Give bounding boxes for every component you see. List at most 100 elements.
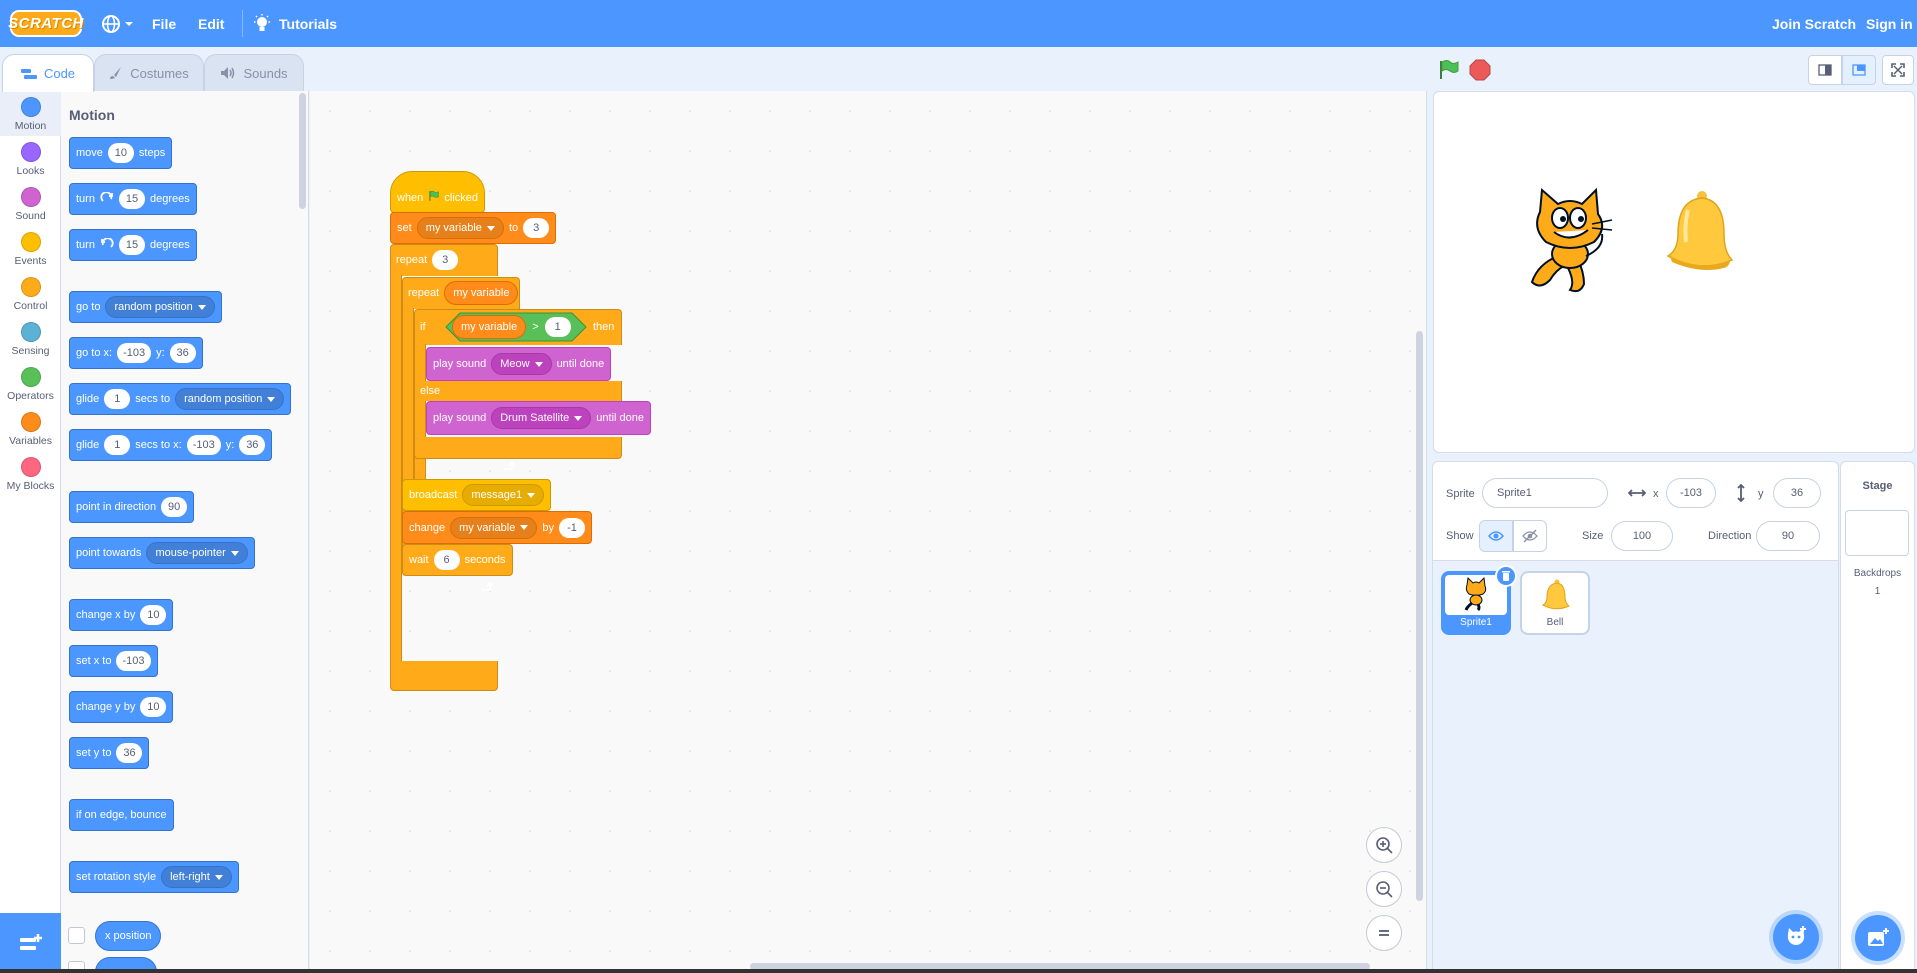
block-input[interactable]: -103 — [117, 343, 152, 363]
block-turn-right[interactable]: turn 15 degrees — [69, 183, 197, 215]
show-hidden-button[interactable] — [1513, 520, 1547, 552]
stage-canvas[interactable] — [1433, 91, 1915, 453]
block-input[interactable]: 1 — [104, 389, 131, 409]
variable-dropdown[interactable]: my variable — [416, 217, 504, 239]
block-input[interactable]: 36 — [169, 343, 196, 363]
fullscreen-button[interactable] — [1882, 55, 1914, 85]
block-input[interactable]: 10 — [140, 697, 167, 717]
block-input[interactable]: 90 — [161, 497, 188, 517]
category-sound[interactable]: Sound — [0, 181, 61, 226]
broadcast-block[interactable]: broadcast message1 — [402, 479, 552, 511]
block-set-y[interactable]: set y to 36 — [69, 737, 150, 769]
block-dropdown[interactable]: random position — [175, 388, 285, 410]
variable-dropdown[interactable]: my variable — [450, 516, 538, 539]
sprite-thumb-sprite1[interactable]: Sprite1 — [1441, 565, 1517, 635]
zoom-reset-button[interactable] — [1366, 915, 1402, 951]
category-variables[interactable]: Variables — [0, 406, 61, 451]
bell-sprite[interactable] — [1664, 190, 1736, 272]
sprite-thumb-bell[interactable]: Bell — [1520, 571, 1590, 635]
x-position-checkbox[interactable] — [68, 927, 85, 944]
block-input[interactable]: 3 — [523, 218, 550, 238]
variable-reporter[interactable]: my variable — [444, 281, 519, 305]
block-turn-left[interactable]: turn 15 degrees — [69, 229, 197, 261]
file-menu[interactable]: File — [152, 0, 176, 47]
block-change-x[interactable]: change x by 10 — [69, 599, 174, 631]
sound-dropdown[interactable]: Meow — [491, 353, 552, 375]
category-control[interactable]: Control — [0, 271, 61, 316]
tutorials-menu[interactable]: Tutorials — [253, 0, 337, 47]
category-sensing[interactable]: Sensing — [0, 316, 61, 361]
block-go-to-xy[interactable]: go to x: -103 y: 36 — [69, 337, 203, 369]
small-stage-button[interactable] — [1808, 55, 1842, 85]
block-set-rotation-style[interactable]: set rotation style left-right — [69, 861, 239, 893]
script-workspace[interactable]: when clicked set my variable to 3 repeat 3 r… — [310, 91, 1427, 973]
tab-sounds[interactable]: Sounds — [204, 54, 304, 91]
reporter-x-position[interactable]: x position — [95, 921, 162, 951]
edit-menu[interactable]: Edit — [198, 0, 224, 47]
block-set-x[interactable]: set x to -103 — [69, 645, 158, 677]
zoom-in-button[interactable] — [1366, 827, 1402, 863]
change-variable-block[interactable]: change my variable by -1 — [402, 511, 592, 544]
block-input[interactable]: 15 — [118, 235, 145, 255]
block-dropdown[interactable]: mouse-pointer — [146, 542, 248, 564]
block-input[interactable]: 6 — [433, 550, 460, 570]
palette-scrollbar[interactable] — [299, 93, 306, 209]
block-input[interactable]: 36 — [116, 743, 143, 763]
add-extension-button[interactable] — [0, 913, 61, 973]
category-looks[interactable]: Looks — [0, 136, 61, 181]
category-my-blocks[interactable]: My Blocks — [0, 451, 61, 496]
normal-stage-button[interactable] — [1842, 55, 1876, 85]
sprite-name-input[interactable]: Sprite1 — [1482, 478, 1608, 508]
block-input[interactable]: 3 — [432, 250, 459, 270]
category-operators[interactable]: Operators — [0, 361, 61, 406]
block-change-y[interactable]: change y by 10 — [69, 691, 174, 723]
green-flag-button[interactable] — [1437, 59, 1459, 81]
stage-thumbnail[interactable] — [1845, 510, 1909, 556]
block-point-in-direction[interactable]: point in direction 90 — [69, 491, 195, 523]
block-if-on-edge-bounce[interactable]: if on edge, bounce — [69, 799, 174, 831]
block-input[interactable]: 15 — [118, 189, 145, 209]
y-input[interactable]: 36 — [1773, 478, 1821, 508]
block-input[interactable]: 10 — [140, 605, 167, 625]
block-dropdown[interactable]: random position — [105, 296, 215, 318]
block-input[interactable]: 1 — [104, 435, 131, 455]
block-input[interactable]: 36 — [239, 435, 266, 455]
tab-code[interactable]: Code — [2, 54, 94, 92]
show-visible-button[interactable] — [1479, 520, 1513, 552]
if-else-block-bottom[interactable] — [414, 437, 622, 459]
add-backdrop-button[interactable] — [1855, 915, 1901, 961]
repeat-block-bottom[interactable] — [390, 661, 498, 691]
stage-target-panel[interactable]: Stage Backdrops 1 — [1840, 461, 1915, 973]
variable-reporter[interactable]: my variable — [452, 315, 527, 339]
block-input[interactable]: 10 — [107, 143, 134, 163]
size-input[interactable]: 100 — [1611, 521, 1673, 551]
delete-sprite-button[interactable] — [1495, 565, 1517, 587]
block-move-steps[interactable]: move 10 steps — [69, 137, 173, 169]
x-input[interactable]: -103 — [1666, 478, 1716, 508]
tab-costumes[interactable]: Costumes — [94, 54, 204, 91]
block-glide-to[interactable]: glide 1 secs to random position — [69, 383, 292, 415]
block-go-to[interactable]: go to random position — [69, 291, 222, 323]
sign-in-link[interactable]: Sign in — [1866, 0, 1913, 47]
wait-seconds-block[interactable]: wait 6 seconds — [402, 544, 513, 576]
add-sprite-button[interactable] — [1773, 914, 1819, 960]
stop-button[interactable] — [1469, 59, 1491, 81]
play-sound-until-done-block[interactable]: play sound Meow until done — [426, 347, 612, 381]
scratch-logo[interactable]: SCRATCH — [8, 10, 83, 37]
block-dropdown[interactable]: left-right — [161, 866, 232, 888]
repeat-block-arm[interactable] — [390, 275, 402, 677]
block-glide-to-xy[interactable]: glide 1 secs to x: -103 y: 36 — [69, 429, 273, 461]
play-sound-until-done-block[interactable]: play sound Drum Satellite until done — [426, 401, 652, 435]
cat-sprite[interactable] — [1518, 186, 1618, 296]
block-input[interactable]: -103 — [116, 651, 151, 671]
set-variable-block[interactable]: set my variable to 3 — [390, 212, 557, 244]
block-input[interactable]: -103 — [186, 435, 221, 455]
language-menu[interactable] — [101, 0, 135, 47]
join-scratch-link[interactable]: Join Scratch — [1772, 0, 1856, 47]
category-motion[interactable]: Motion — [0, 91, 61, 136]
block-input[interactable]: 1 — [544, 317, 571, 337]
category-events[interactable]: Events — [0, 226, 61, 271]
direction-input[interactable]: 90 — [1756, 521, 1820, 551]
block-point-towards[interactable]: point towards mouse-pointer — [69, 537, 255, 569]
block-input[interactable]: -1 — [558, 517, 585, 538]
